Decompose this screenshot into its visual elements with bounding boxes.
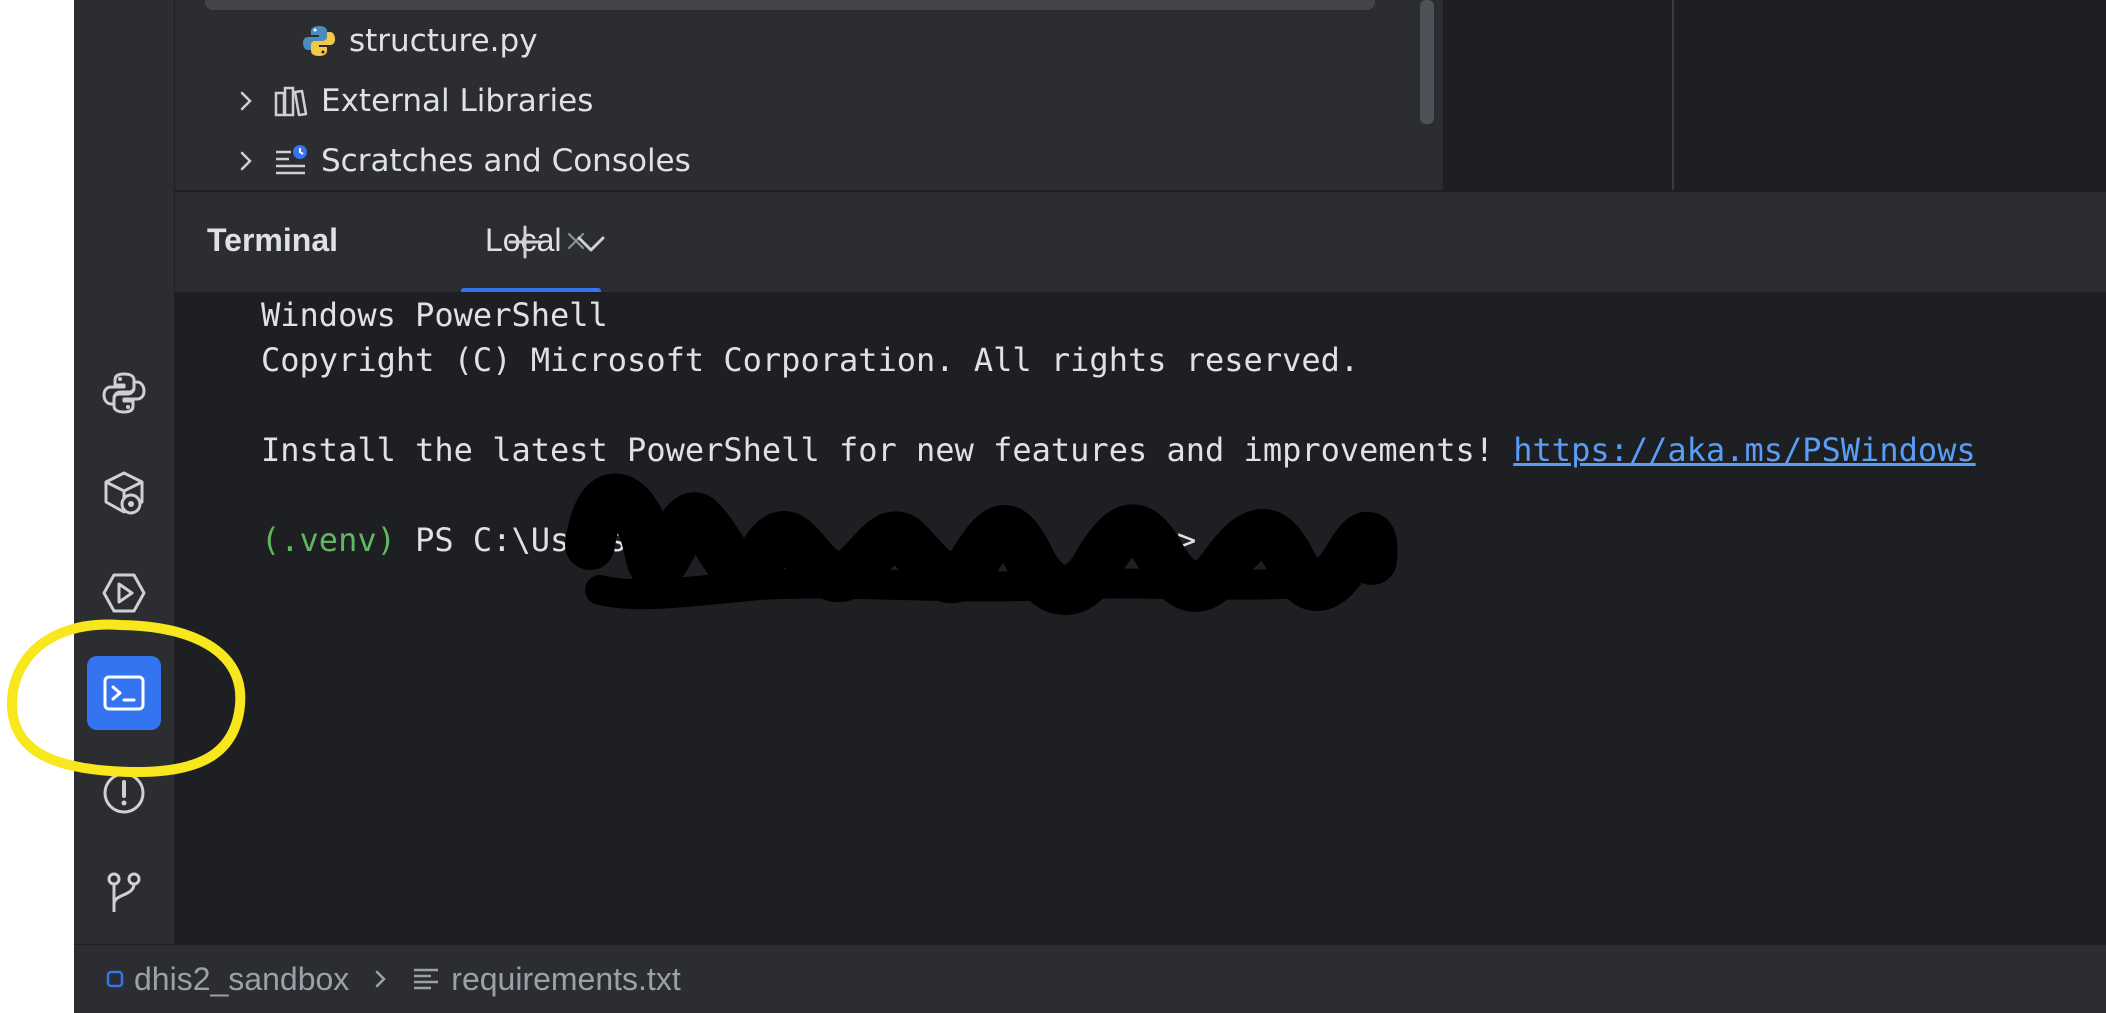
python-file-icon — [303, 26, 335, 56]
text-file-icon — [414, 968, 439, 990]
selected-row-highlight — [205, 0, 1375, 10]
python-console-button[interactable] — [87, 356, 161, 430]
services-button[interactable] — [87, 556, 161, 630]
terminal-icon — [103, 675, 145, 711]
ide-window: structure.py External Libraries Scratche… — [74, 0, 2106, 1013]
editor-area-right — [1674, 0, 2106, 190]
terminal-title: Terminal — [207, 222, 338, 258]
module-icon — [106, 970, 124, 988]
breadcrumb-file[interactable]: requirements.txt — [411, 960, 681, 998]
tree-item-external-libraries[interactable]: External Libraries — [231, 76, 593, 126]
terminal-line: Windows PowerShell — [261, 296, 608, 334]
chevron-right-icon — [376, 970, 387, 988]
project-tree: structure.py External Libraries Scratche… — [175, 0, 1443, 190]
python-icon — [102, 372, 146, 414]
terminal-line: Copyright (C) Microsoft Corporation. All… — [261, 341, 1360, 379]
chevron-right-icon[interactable] — [231, 146, 261, 176]
problems-button[interactable] — [87, 756, 161, 830]
project-scrollbar[interactable] — [1420, 0, 1434, 124]
editor-area — [1444, 0, 1672, 190]
breadcrumb-project[interactable]: dhis2_sandbox — [106, 961, 349, 998]
chevron-right-icon[interactable] — [231, 86, 261, 116]
packages-icon — [104, 471, 144, 515]
services-run-icon — [102, 573, 146, 613]
venv-indicator: (.venv) — [261, 521, 396, 559]
prompt-path: PS C:\Users\ — [395, 521, 647, 559]
tree-item-structure-py[interactable]: structure.py — [301, 16, 538, 66]
tree-item-label: External Libraries — [321, 83, 594, 119]
tree-item-label: Scratches and Consoles — [321, 143, 691, 179]
breadcrumb-label: requirements.txt — [451, 960, 681, 997]
plus-icon[interactable] — [505, 222, 545, 262]
git-button[interactable] — [87, 856, 161, 930]
breadcrumb-label: dhis2_sandbox — [134, 960, 350, 997]
powershell-link[interactable]: https://aka.ms/PSWindows — [1513, 431, 1975, 469]
status-bar: dhis2_sandbox requirements.txt — [74, 944, 2106, 1013]
tool-window-stripe — [74, 0, 175, 944]
scratches-icon — [276, 145, 307, 175]
terminal-button[interactable] — [87, 656, 161, 730]
terminal-header: Terminal Local — [175, 190, 2106, 294]
git-branch-icon — [107, 872, 141, 912]
terminal-line: Install the latest PowerShell for new fe… — [261, 431, 1976, 469]
library-icon — [274, 86, 308, 117]
tree-item-scratches-and-consoles[interactable]: Scratches and Consoles — [231, 136, 691, 186]
problems-icon — [103, 772, 145, 814]
tree-item-label: structure.py — [349, 23, 538, 59]
terminal-output[interactable]: Windows PowerShell Copyright (C) Microso… — [175, 292, 2106, 944]
chevron-down-icon[interactable] — [571, 224, 611, 264]
python-packages-button[interactable] — [87, 456, 161, 530]
terminal-prompt: (.venv) PS C:\Users\ — [261, 521, 646, 559]
terminal-text: Install the latest PowerShell for new fe… — [261, 431, 1514, 469]
prompt-end: > — [1177, 521, 1197, 559]
